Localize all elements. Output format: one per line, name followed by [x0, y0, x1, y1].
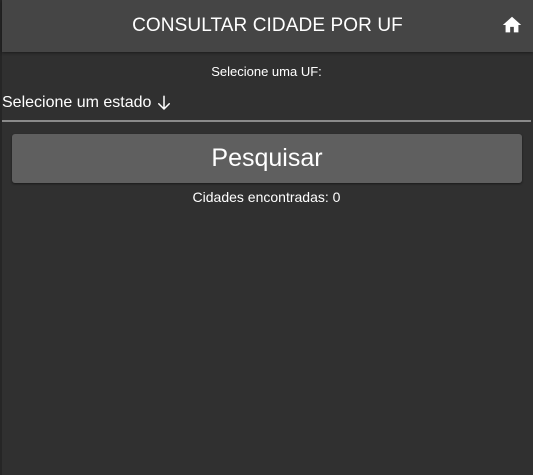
home-icon [501, 14, 523, 36]
uf-label: Selecione uma UF: [211, 64, 322, 79]
cities-found-count: 0 [332, 189, 341, 205]
state-select[interactable]: Selecione um estado [2, 90, 531, 122]
cities-found-line: Cidades encontradas: 0 [0, 189, 533, 205]
state-select-value: Selecione um estado [2, 94, 152, 111]
search-button[interactable]: Pesquisar [12, 134, 522, 183]
cities-found-label: Cidades encontradas: [192, 189, 329, 205]
home-button[interactable] [501, 14, 523, 36]
arrow-down-icon [155, 94, 173, 112]
app-header: CONSULTAR CIDADE POR UF [2, 0, 533, 52]
page-title: CONSULTAR CIDADE POR UF [132, 15, 403, 36]
app-root: CONSULTAR CIDADE POR UF Selecione uma UF… [0, 0, 533, 475]
